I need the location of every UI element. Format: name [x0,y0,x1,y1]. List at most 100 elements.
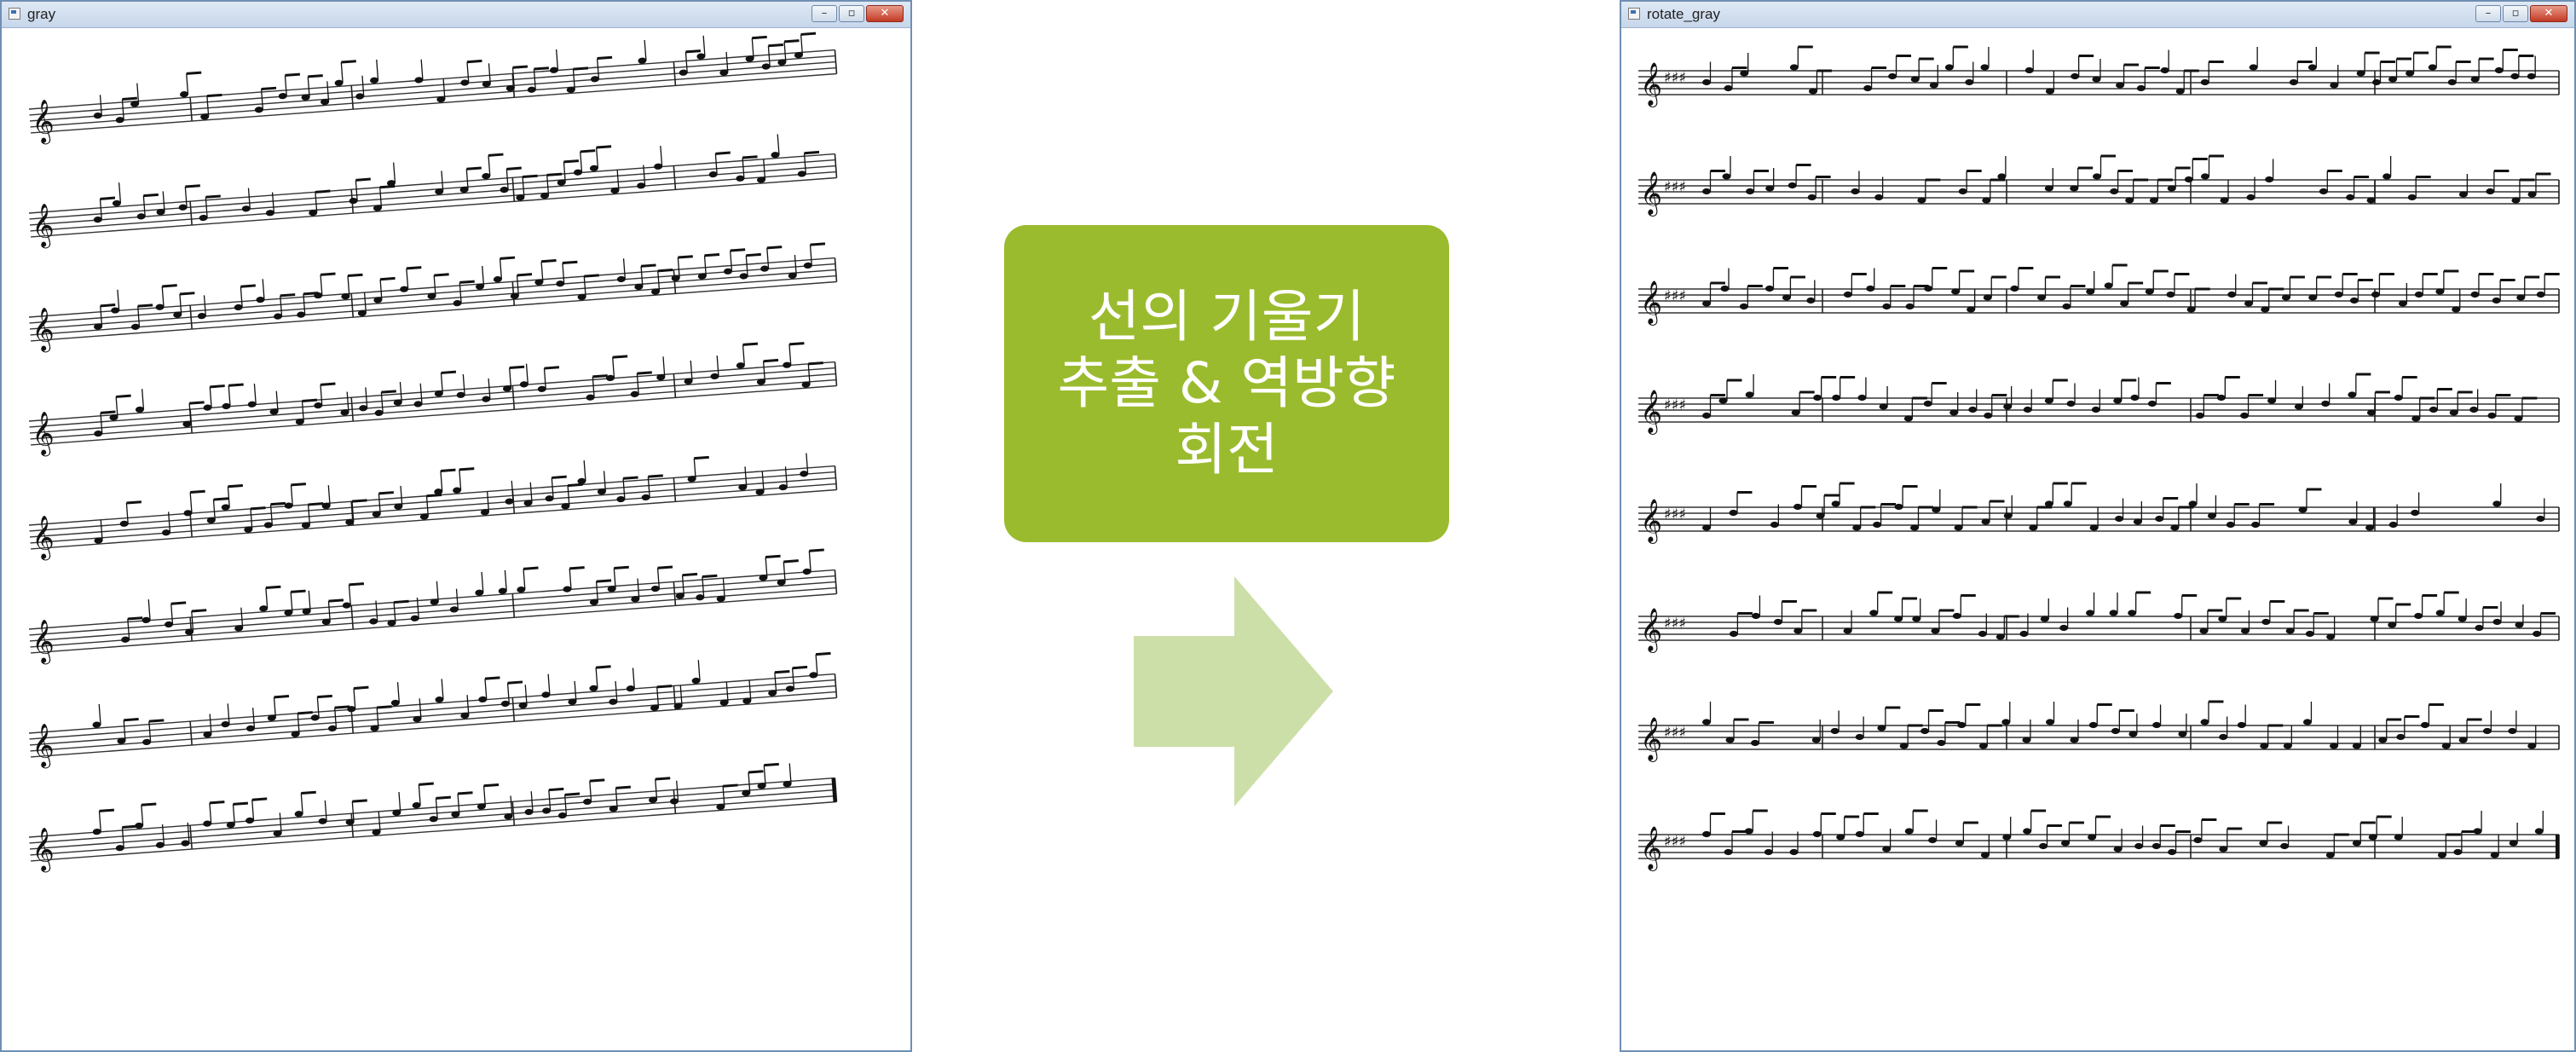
restore-button[interactable]: ▫ [2503,5,2528,22]
note-head [2321,400,2331,408]
note-head [2441,743,2451,749]
window-titlebar[interactable]: rotate_gray – ▫ ✕ [1621,2,2574,28]
note-head [1793,503,1802,511]
note-head [1955,840,1964,847]
note-head [2023,406,2032,413]
note-head [2128,610,2137,616]
close-button[interactable]: ✕ [866,5,904,22]
svg-text:♯♯♯: ♯♯♯ [1664,833,1686,851]
note-head [1929,82,1938,89]
note-head [1967,306,1976,313]
note-head [2411,509,2420,517]
note-head [2492,500,2502,507]
svg-text:♯♯♯: ♯♯♯ [1664,724,1686,742]
note-head [2346,194,2355,201]
note-head [2226,521,2235,529]
note-head [2070,737,2079,743]
note-head [2447,78,2457,86]
note-head [1812,830,1822,838]
note-head [2240,412,2250,419]
note-head [2371,291,2380,298]
staff-system: 𝄞 ♯♯♯ [1638,45,2560,107]
note-head [2308,294,2318,301]
note-head [1903,415,1913,422]
note-head [1791,409,1800,416]
staff-system: 𝄞 [28,342,838,458]
note-head [2280,842,2290,850]
note-head [2487,412,2497,419]
note-head [2406,70,2415,77]
minimize-button[interactable]: – [2475,5,2501,22]
treble-clef: 𝄞 [1640,280,1662,326]
staff-system: 𝄞 [28,651,838,770]
note-head [2104,282,2113,289]
note-head [2348,518,2358,525]
note-head [2199,627,2209,634]
note-head [2249,64,2258,71]
note-head [2429,406,2438,413]
note-head [2220,197,2229,204]
note-head [2334,291,2343,298]
note-head [1904,828,1914,835]
note-head [1843,291,1852,298]
staff-system: 𝄞 ♯♯♯ [1638,591,2560,653]
note-head [2267,397,2277,404]
note-head [2070,185,2079,192]
note-head [1816,512,1825,519]
note-head [1952,612,1961,620]
note-head [2088,834,2097,841]
note-head [2188,500,2198,507]
note-head [1949,409,1959,416]
note-head [2178,731,2187,737]
note-head [1981,518,1990,525]
note-head [2134,842,2144,850]
note-head [2298,506,2307,513]
note-head [1830,727,1840,735]
note-head [2110,188,2119,195]
restore-button[interactable]: ▫ [839,5,864,22]
note-head [2125,197,2134,204]
note-head [1978,630,1987,638]
note-head [2071,72,2080,80]
note-head [2066,400,2076,408]
note-head [2330,82,2339,89]
note-head [2193,836,2203,844]
note-head [1951,288,1961,295]
note-head [2511,197,2521,204]
note-head [2326,633,2336,640]
note-head [2088,721,2098,729]
note-head [1984,412,1993,419]
note-head [2285,627,2295,634]
note-head [2371,78,2381,86]
note-head [2174,612,2183,620]
note-head [2469,406,2479,413]
minimize-button[interactable]: – [811,5,837,22]
skewed-sheet-music: 𝄞 𝄞 𝄞 𝄞 𝄞 𝄞 𝄞 𝄞 [28,32,838,874]
note-head [2227,291,2237,298]
treble-clef: 𝄞 [30,515,55,562]
treble-clef: 𝄞 [30,99,55,146]
note-head [2482,727,2492,735]
note-head [2470,76,2480,83]
note-head [2458,737,2468,743]
note-head [2492,618,2502,626]
note-head [1806,297,1816,304]
note-head [2128,731,2138,737]
note-head [2168,848,2177,856]
close-button[interactable]: ✕ [2530,5,2567,22]
note-head [2218,616,2227,622]
note-head [2200,173,2209,180]
window-title: rotate_gray [1647,6,1720,22]
note-head [1811,737,1821,743]
note-head [2475,624,2484,632]
staff-system: 𝄞 ♯♯♯ [1638,809,2560,871]
note-head [1924,285,1933,292]
note-head [2329,743,2338,749]
note-head [1831,500,1840,507]
note-head [1958,188,1967,195]
treble-clef: 𝄞 [1640,608,1662,653]
window-titlebar[interactable]: gray – ▫ ✕ [2,2,910,28]
process-label-box: 선의 기울기 추출 & 역방향 회전 [1004,225,1449,542]
note-head [2024,66,2034,74]
note-head [2207,512,2216,519]
